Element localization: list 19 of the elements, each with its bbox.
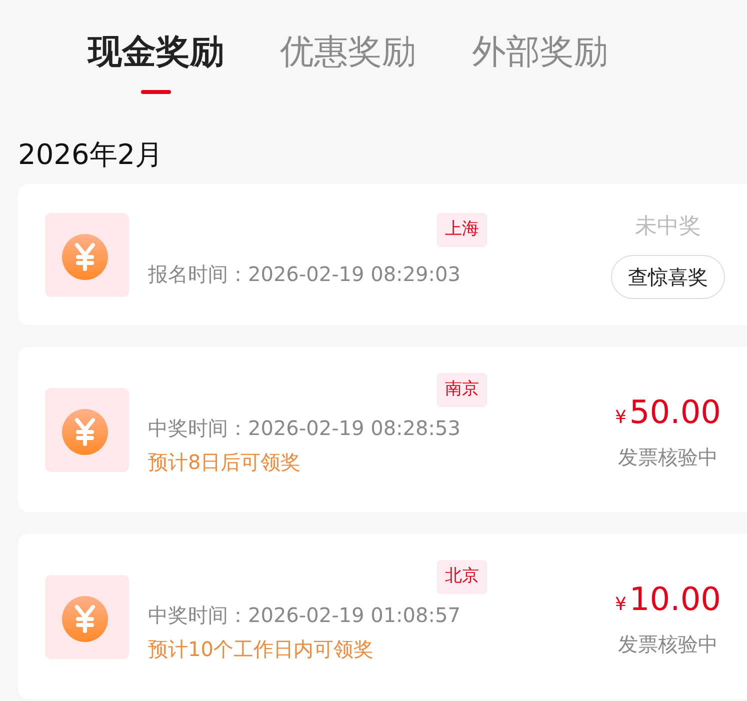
- city-tag: 南京: [437, 373, 487, 406]
- coin-icon: [45, 388, 129, 472]
- prize-amount: ¥50.00: [614, 392, 722, 432]
- city-tag: 北京: [437, 560, 487, 594]
- coin-icon: [45, 212, 129, 296]
- surprise-button[interactable]: 查惊喜奖: [611, 255, 725, 299]
- month-heading: 2026年2月: [17, 137, 164, 173]
- prize-amount: ¥10.00: [614, 578, 722, 620]
- coin-icon: [45, 574, 129, 658]
- claim-note: 预计10个工作日内可领奖: [148, 636, 374, 662]
- city-tag: 上海: [437, 213, 487, 246]
- status-text: 发票核验中: [618, 630, 718, 658]
- status-text: 未中奖: [635, 213, 701, 241]
- claim-note: 预计8日后可领奖: [148, 448, 302, 476]
- tab[interactable]: 现金奖励: [88, 28, 224, 94]
- status-text: 发票核验中: [618, 444, 718, 470]
- time-text: 中奖时间：2026-02-19 01:08:57: [148, 602, 462, 628]
- time-text: 报名时间：2026-02-19 08:29:03: [148, 260, 462, 288]
- time-text: 中奖时间：2026-02-19 08:28:53: [148, 414, 462, 442]
